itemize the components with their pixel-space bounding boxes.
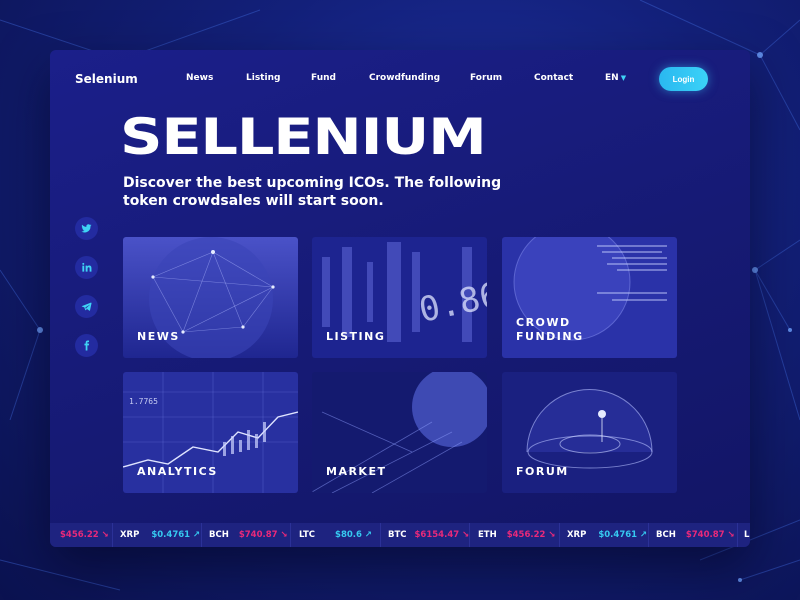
card-analytics[interactable]: 1.7765 ANALYTICS bbox=[123, 372, 298, 493]
arrow-down-icon: ↘ bbox=[545, 530, 556, 540]
telegram-icon bbox=[81, 302, 92, 311]
card-forum[interactable]: FORUM bbox=[502, 372, 677, 493]
facebook-icon bbox=[84, 340, 90, 351]
arrow-down-icon: ↘ bbox=[98, 530, 109, 540]
ticker-symbol: ETH bbox=[478, 530, 497, 540]
arrow-down-icon: ↘ bbox=[724, 530, 735, 540]
language-select[interactable]: EN ▼ bbox=[605, 73, 626, 83]
language-label: EN bbox=[605, 73, 619, 83]
arrow-down-icon: ↘ bbox=[459, 530, 470, 540]
ticker-item: XRP $0.4761 ↗ bbox=[567, 523, 647, 547]
ticker-price: $740.87 bbox=[238, 530, 278, 540]
ticker-price: $0.4761 bbox=[151, 530, 191, 540]
ticker-symbol: XRP bbox=[120, 530, 140, 540]
nav-item-news[interactable]: News bbox=[186, 73, 213, 83]
arrow-down-icon: ↘ bbox=[277, 530, 288, 540]
price-ticker: $456.22 ↘ XRP $0.4761 ↗ BCH $740.87 ↘ LT… bbox=[50, 523, 750, 547]
ticker-symbol: L bbox=[744, 530, 750, 540]
divider bbox=[201, 523, 202, 547]
analytics-number: 1.7765 bbox=[129, 397, 158, 406]
linkedin-link[interactable] bbox=[75, 256, 98, 279]
arrow-up-icon: ↗ bbox=[190, 530, 201, 540]
ticker-item: ETH $456.22 ↘ bbox=[478, 523, 556, 547]
arrow-up-icon: ↗ bbox=[637, 530, 648, 540]
nav-item-contact[interactable]: Contact bbox=[534, 73, 573, 83]
card-label: MARKET bbox=[326, 465, 387, 478]
divider bbox=[559, 523, 560, 547]
card-crowdfunding[interactable]: CROWD FUNDING bbox=[502, 237, 677, 358]
card-listing[interactable]: 0.86 LISTING bbox=[312, 237, 487, 358]
ticker-item: XRP $0.4761 ↗ bbox=[120, 523, 200, 547]
chevron-down-icon: ▼ bbox=[620, 74, 627, 82]
divider bbox=[112, 523, 113, 547]
telegram-link[interactable] bbox=[75, 295, 98, 318]
ticker-symbol: BTC bbox=[388, 530, 407, 540]
ticker-item: BCH $740.87 ↘ bbox=[656, 523, 735, 547]
ticker-price: $456.22 bbox=[506, 530, 546, 540]
card-label: FORUM bbox=[516, 465, 569, 478]
hero-title: SELLENIUM bbox=[120, 108, 487, 166]
card-label: LISTING bbox=[326, 330, 386, 343]
main-panel: Selenium News Listing Fund Crowdfunding … bbox=[50, 50, 750, 547]
divider bbox=[469, 523, 470, 547]
ticker-symbol: BCH bbox=[209, 530, 229, 540]
login-button[interactable]: Login bbox=[659, 67, 708, 91]
arrow-up-icon: ↗ bbox=[361, 530, 373, 540]
ticker-item: BTC $6154.47 ↘ bbox=[388, 523, 469, 547]
card-market[interactable]: MARKET bbox=[312, 372, 487, 493]
facebook-link[interactable] bbox=[75, 334, 98, 357]
brand-logo[interactable]: Selenium bbox=[75, 72, 138, 86]
ticker-price: $456.22 bbox=[60, 530, 99, 540]
ticker-symbol: BCH bbox=[656, 530, 676, 540]
ticker-symbol: LTC bbox=[299, 530, 316, 540]
nav-item-forum[interactable]: Forum bbox=[470, 73, 502, 83]
nav-item-crowdfunding[interactable]: Crowdfunding bbox=[369, 73, 440, 83]
card-label: ANALYTICS bbox=[137, 465, 218, 478]
divider bbox=[648, 523, 649, 547]
ticker-item: $456.22 ↘ bbox=[60, 523, 109, 547]
ticker-symbol: XRP bbox=[567, 530, 587, 540]
card-label: NEWS bbox=[137, 330, 180, 343]
ticker-price: $6154.47 bbox=[414, 530, 460, 540]
ticker-item: BCH $740.87 ↘ bbox=[209, 523, 288, 547]
ticker-price: $0.4761 bbox=[598, 530, 638, 540]
divider bbox=[380, 523, 381, 547]
nav-item-listing[interactable]: Listing bbox=[246, 73, 280, 83]
ticker-item: L bbox=[744, 523, 749, 547]
twitter-icon bbox=[81, 224, 92, 233]
ticker-price: $80.6 bbox=[335, 530, 362, 540]
divider bbox=[737, 523, 738, 547]
card-news[interactable]: NEWS bbox=[123, 237, 298, 358]
linkedin-icon bbox=[82, 262, 92, 272]
nav-item-fund[interactable]: Fund bbox=[311, 73, 336, 83]
ticker-item: LTC $80.6 ↗ bbox=[299, 523, 372, 547]
ticker-price: $740.87 bbox=[685, 530, 725, 540]
twitter-link[interactable] bbox=[75, 217, 98, 240]
hero-subtitle: Discover the best upcoming ICOs. The fol… bbox=[123, 175, 502, 209]
divider bbox=[290, 523, 291, 547]
card-label: CROWD FUNDING bbox=[516, 316, 584, 343]
